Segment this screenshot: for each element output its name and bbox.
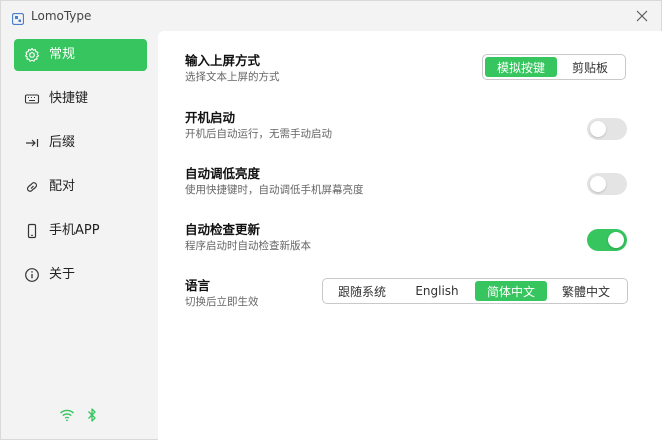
option-follow-system[interactable]: 跟随系统 bbox=[325, 281, 399, 301]
input-method-selector: 模拟按键 剪贴板 bbox=[482, 54, 626, 80]
sidebar-item-label: 快捷键 bbox=[49, 91, 89, 106]
bluetooth-icon bbox=[88, 408, 96, 422]
setting-description: 程序启动时自动检查新版本 bbox=[185, 240, 311, 252]
setting-auto-dim: 自动调低亮度 使用快捷键时，自动调低手机屏幕亮度 bbox=[185, 166, 635, 197]
option-english[interactable]: English bbox=[399, 281, 475, 301]
app-logo-icon bbox=[11, 10, 25, 26]
close-icon bbox=[636, 10, 648, 22]
setting-title: 自动检查更新 bbox=[185, 222, 261, 237]
arrow-to-line-icon bbox=[24, 135, 40, 151]
option-simulate-keys[interactable]: 模拟按键 bbox=[485, 57, 557, 77]
sidebar-item-mobile-app[interactable]: 手机APP bbox=[14, 215, 147, 247]
close-button[interactable] bbox=[631, 5, 653, 27]
keyboard-icon bbox=[24, 91, 40, 107]
sidebar-item-label: 后缀 bbox=[49, 135, 76, 150]
option-clipboard[interactable]: 剪贴板 bbox=[557, 57, 623, 77]
setting-title: 开机启动 bbox=[185, 110, 236, 125]
auto-dim-toggle[interactable] bbox=[587, 173, 627, 195]
sidebar-item-about[interactable]: 关于 bbox=[14, 259, 147, 291]
connection-status bbox=[59, 405, 103, 425]
option-traditional-chinese[interactable]: 繁體中文 bbox=[547, 281, 625, 301]
sidebar: 常规 快捷键 后缀 配对 手机APP 关于 bbox=[1, 31, 158, 439]
auto-update-toggle[interactable] bbox=[587, 229, 627, 251]
gear-icon bbox=[24, 47, 40, 63]
toggle-knob bbox=[608, 232, 624, 248]
settings-panel: 输入上屏方式 选择文本上屏的方式 模拟按键 剪贴板 开机启动 开机后自动运行，无… bbox=[158, 31, 662, 440]
setting-description: 使用快捷键时，自动调低手机屏幕亮度 bbox=[185, 184, 364, 196]
toggle-knob bbox=[590, 121, 606, 137]
setting-auto-update: 自动检查更新 程序启动时自动检查新版本 bbox=[185, 222, 635, 253]
sidebar-item-label: 配对 bbox=[49, 179, 76, 194]
sidebar-item-label: 手机APP bbox=[49, 223, 100, 238]
setting-description: 开机后自动运行，无需手动启动 bbox=[185, 128, 332, 140]
title-bar: LomoType bbox=[1, 1, 661, 31]
sidebar-item-shortcuts[interactable]: 快捷键 bbox=[14, 83, 147, 115]
info-icon bbox=[24, 267, 40, 283]
sidebar-item-suffix[interactable]: 后缀 bbox=[14, 127, 147, 159]
link-icon bbox=[24, 179, 40, 195]
sidebar-item-label: 常规 bbox=[49, 47, 76, 62]
phone-icon bbox=[24, 223, 40, 239]
sidebar-item-pairing[interactable]: 配对 bbox=[14, 171, 147, 203]
option-simplified-chinese[interactable]: 简体中文 bbox=[475, 281, 547, 301]
toggle-knob bbox=[590, 176, 606, 192]
setting-title: 自动调低亮度 bbox=[185, 166, 261, 181]
wifi-icon bbox=[60, 409, 74, 422]
setting-autostart: 开机启动 开机后自动运行，无需手动启动 bbox=[185, 110, 635, 141]
window-title: LomoType bbox=[31, 9, 92, 23]
autostart-toggle[interactable] bbox=[587, 118, 627, 140]
sidebar-item-general[interactable]: 常规 bbox=[14, 39, 147, 71]
sidebar-item-label: 关于 bbox=[49, 267, 76, 282]
app-window: LomoType 常规 快捷键 后缀 配对 手机APP 关于 输入上屏方式 选择… bbox=[0, 0, 662, 440]
language-selector: 跟随系统 English 简体中文 繁體中文 bbox=[322, 278, 628, 304]
